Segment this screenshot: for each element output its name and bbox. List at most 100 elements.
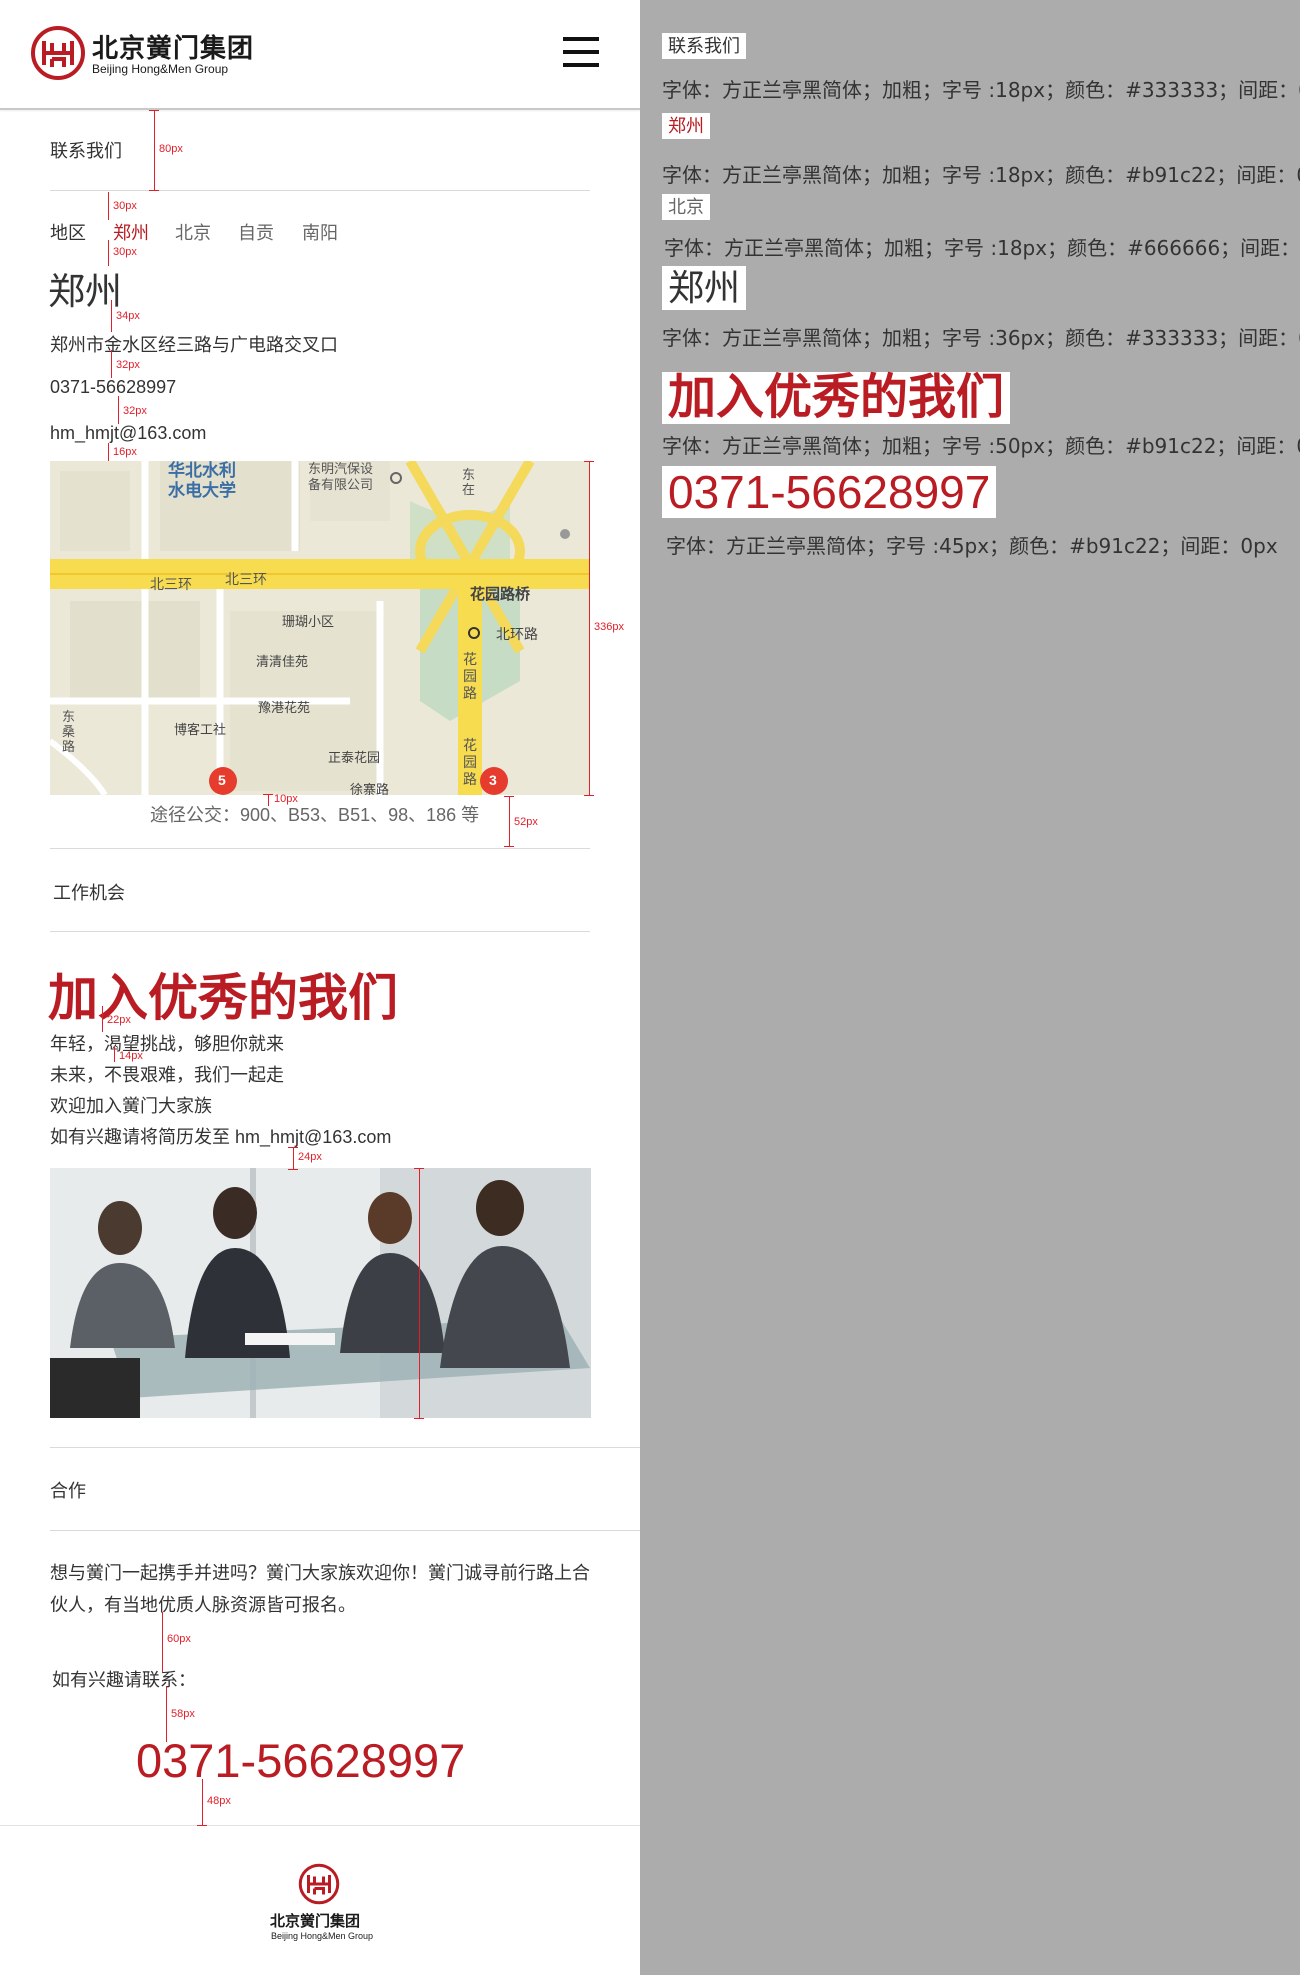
map-label-street: 徐寨路	[350, 782, 390, 795]
map-label-ring-a: 北三环	[150, 576, 192, 592]
spacing-guide	[293, 1147, 294, 1169]
divider	[50, 1447, 640, 1448]
footer-brand-cn: 北京黉门集团	[270, 1913, 361, 1930]
spec-text: 字体：方正兰亭黑简体；加粗；字号 :36px；颜色：#333333；间距：0px	[662, 326, 1300, 350]
region-label: 地区	[50, 223, 86, 243]
jobs-section-title: 工作机会	[53, 883, 125, 903]
spec-sample-city-title: 郑州	[662, 266, 747, 310]
spacing-guide	[197, 1825, 207, 1826]
cooperation-contact-prompt: 如有兴趣请联系：	[52, 1670, 196, 1690]
address-text: 郑州市金水区经三路与广电路交叉口	[50, 335, 338, 355]
spacing-guide	[111, 350, 112, 378]
spacing-label: 336px	[594, 621, 624, 633]
cooperation-intro-line2: 伙人，有当地优质人脉资源皆可报名。	[50, 1595, 356, 1615]
map-label-road-b: 花 园 路	[463, 737, 477, 787]
map-label-estate5: 正泰花园	[328, 750, 381, 765]
map-label-company: 东明汽保设 备有限公司	[308, 461, 374, 492]
bus-info: 途径公交：900、B53、B51、98、186 等	[150, 805, 480, 825]
jobs-headline: 加入优秀的我们	[48, 970, 398, 1026]
jobs-line: 如有兴趣请将简历发至 hm_hmjt@163.com	[50, 1127, 392, 1147]
spacing-label: 32px	[116, 359, 140, 371]
spacing-label: 48px	[207, 1795, 231, 1807]
spacing-guide	[149, 190, 159, 191]
spacing-label: 80px	[159, 143, 183, 155]
spec-text: 字体：方正兰亭黑简体；加粗；字号 :18px；颜色：#666666；间距：0px	[664, 236, 1300, 260]
spacing-label: 30px	[113, 200, 137, 212]
spacing-label: 24px	[298, 1151, 322, 1163]
brand-name-cn: 北京黉门集团	[92, 33, 255, 63]
spacing-guide	[108, 240, 109, 266]
map-label-estate4: 博客工社	[174, 722, 227, 737]
contact-section-title: 联系我们	[50, 141, 122, 161]
spacing-guide	[419, 1168, 420, 1418]
spacing-label: 22px	[107, 1014, 131, 1026]
spec-sample-inactive-tab: 北京	[662, 194, 710, 220]
spacing-guide	[166, 1686, 167, 1742]
map-marker-icon[interactable]: 3	[489, 772, 497, 788]
region-tab-zigong[interactable]: 自贡	[238, 219, 274, 245]
hamburger-menu-icon[interactable]	[563, 37, 599, 67]
spacing-guide	[263, 794, 273, 795]
map-label-road-a: 花 园 路	[463, 651, 477, 701]
spec-text: 字体：方正兰亭黑简体；加粗；字号 :18px；颜色：#b91c22；间距：0px	[662, 163, 1300, 187]
site-header: 北京黉门集团 Beijing Hong&Men Group	[0, 0, 640, 110]
spacing-guide	[584, 461, 594, 462]
spec-sample-active-tab: 郑州	[662, 113, 710, 139]
phone-text[interactable]: 0371-56628997	[50, 377, 176, 398]
spacing-guide	[149, 110, 159, 111]
spec-text: 字体：方正兰亭黑简体；字号 :45px；颜色：#b91c22；间距：0px	[666, 534, 1278, 558]
spacing-label: 60px	[167, 1633, 191, 1645]
spacing-guide	[504, 846, 514, 847]
spacing-label: 58px	[171, 1708, 195, 1720]
email-text[interactable]: hm_hmjt@163.com	[50, 423, 206, 444]
spacing-label: 32px	[123, 405, 147, 417]
spec-sample-headline: 加入优秀的我们	[662, 372, 1011, 424]
map-label-university: 华北水利 水电大学	[168, 461, 236, 500]
spacing-guide	[154, 110, 155, 190]
divider	[50, 190, 590, 191]
map-label-west: 东 桑 路	[62, 709, 76, 754]
spacing-label: 16px	[113, 446, 137, 458]
location-map[interactable]: 华北水利 水电大学 东明汽保设 备有限公司 北三环 北三环 花园路桥 北环路 花…	[50, 461, 590, 795]
jobs-line: 欢迎加入黉门大家族	[50, 1096, 212, 1116]
cooperation-phone[interactable]: 0371-56628997	[136, 1733, 465, 1788]
spacing-guide	[504, 796, 514, 797]
spacing-guide	[114, 1046, 115, 1062]
spacing-guide	[589, 461, 590, 795]
map-label-north-ring: 北环路	[496, 626, 538, 642]
cooperation-section-title: 合作	[50, 1481, 86, 1501]
map-marker-icon[interactable]: 5	[218, 772, 226, 788]
map-label-estate2: 清清佳苑	[256, 654, 309, 669]
spec-sample-phone: 0371-56628997	[662, 466, 997, 518]
spacing-guide	[102, 1006, 103, 1032]
spacing-label: 14px	[119, 1050, 143, 1062]
hongmen-logo-icon[interactable]	[30, 25, 86, 81]
region-tab-nanyang[interactable]: 南阳	[302, 219, 338, 245]
map-label-bridge: 花园路桥	[470, 586, 531, 603]
map-label-estate1: 珊瑚小区	[282, 614, 335, 629]
region-tab-zhengzhou[interactable]: 郑州	[113, 219, 149, 245]
spacing-guide	[288, 1147, 298, 1148]
spacing-label: 30px	[113, 246, 137, 258]
spec-text: 字体：方正兰亭黑简体；加粗；字号 :18px；颜色：#333333；间距：0px	[662, 78, 1300, 102]
spacing-guide	[162, 1612, 163, 1672]
brand-name-en: Beijing Hong&Men Group	[92, 62, 229, 76]
cooperation-intro-line1: 想与黉门一起携手并进吗？黉门大家族欢迎你！黉门诚寻前行路上合	[50, 1563, 590, 1583]
hongmen-logo-icon[interactable]	[298, 1863, 340, 1905]
footer-brand-en: Beijing Hong&Men Group	[271, 1931, 374, 1941]
spacing-guide	[288, 1169, 298, 1170]
spec-sample-section-title: 联系我们	[662, 33, 746, 59]
divider	[50, 931, 590, 932]
region-tab-beijing[interactable]: 北京	[175, 219, 211, 245]
spacing-label: 52px	[514, 816, 538, 828]
spacing-label: 34px	[116, 310, 140, 322]
divider	[50, 1530, 640, 1531]
spacing-label: 10px	[274, 793, 298, 805]
spacing-guide	[584, 795, 594, 796]
mobile-page: 北京黉门集团 Beijing Hong&Men Group 联系我们 地区 郑州…	[0, 0, 640, 1975]
map-label-estate3: 豫港花苑	[258, 700, 311, 715]
jobs-line: 未来，不畏艰难，我们一起走	[50, 1065, 284, 1085]
team-meeting-photo	[50, 1168, 591, 1418]
spacing-guide	[118, 396, 119, 424]
spacing-guide	[108, 192, 109, 220]
